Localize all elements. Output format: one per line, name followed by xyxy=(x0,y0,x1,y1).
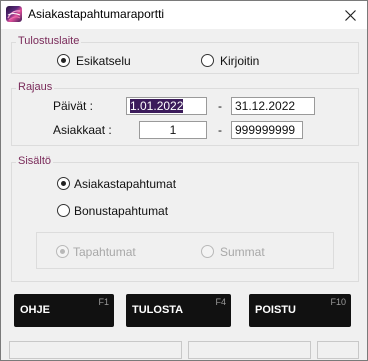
close-button[interactable] xyxy=(333,1,367,29)
customer-range-separator: - xyxy=(218,123,222,137)
date-from-value: 1.01.2022 xyxy=(130,99,184,113)
status-panel-left xyxy=(9,341,182,359)
radio-bonus-events-label[interactable]: Bonustapahtumat xyxy=(74,204,168,218)
radio-customer-events[interactable] xyxy=(57,177,70,190)
limits-group-label: Rajaus xyxy=(16,81,55,93)
radio-sums-label[interactable]: Summat xyxy=(220,245,265,259)
date-range-separator: - xyxy=(218,99,222,113)
exit-button-key: F10 xyxy=(330,297,346,307)
customers-label: Asiakkaat : xyxy=(53,123,112,137)
radio-preview[interactable] xyxy=(57,54,70,67)
print-button[interactable]: TULOSTA F4 xyxy=(126,294,231,327)
radio-customer-events-label[interactable]: Asiakastapahtumat xyxy=(74,177,176,191)
close-icon xyxy=(344,9,356,21)
radio-bonus-events[interactable] xyxy=(57,204,70,217)
help-button[interactable]: OHJE F1 xyxy=(14,294,114,327)
customer-to-input[interactable]: 999999999 xyxy=(231,121,303,139)
status-panel-middle xyxy=(188,341,311,359)
exit-button[interactable]: POISTU F10 xyxy=(249,294,351,327)
help-button-label: OHJE xyxy=(20,304,50,316)
window-title: Asiakastapahtumaraportti xyxy=(28,7,165,21)
customer-from-input[interactable]: 1 xyxy=(139,121,207,139)
print-button-key: F4 xyxy=(215,297,226,307)
radio-events-label[interactable]: Tapahtumat xyxy=(73,245,136,259)
date-from-input[interactable]: 1.01.2022 xyxy=(126,97,207,115)
title-bar[interactable]: Asiakastapahtumaraportti xyxy=(1,1,367,29)
print-button-label: TULOSTA xyxy=(132,304,184,316)
radio-events[interactable] xyxy=(56,245,69,258)
content-group-label: Sisältö xyxy=(16,155,54,167)
radio-printer[interactable] xyxy=(201,54,214,67)
help-button-key: F1 xyxy=(98,297,109,307)
report-dialog: Asiakastapahtumaraportti Tulostuslaite E… xyxy=(0,0,368,361)
dates-label: Päivät : xyxy=(53,99,94,113)
output-device-group-label: Tulostuslaite xyxy=(16,35,82,47)
radio-printer-label[interactable]: Kirjoitin xyxy=(220,54,259,68)
customer-to-value: 999999999 xyxy=(235,123,296,137)
date-to-input[interactable]: 31.12.2022 xyxy=(231,97,315,115)
app-logo-icon xyxy=(6,6,22,22)
exit-button-label: POISTU xyxy=(255,304,296,316)
radio-sums[interactable] xyxy=(201,245,214,258)
radio-preview-label[interactable]: Esikatselu xyxy=(76,54,131,68)
date-to-value: 31.12.2022 xyxy=(235,99,296,113)
status-panel-right xyxy=(317,341,359,359)
customer-from-value: 1 xyxy=(169,123,177,137)
